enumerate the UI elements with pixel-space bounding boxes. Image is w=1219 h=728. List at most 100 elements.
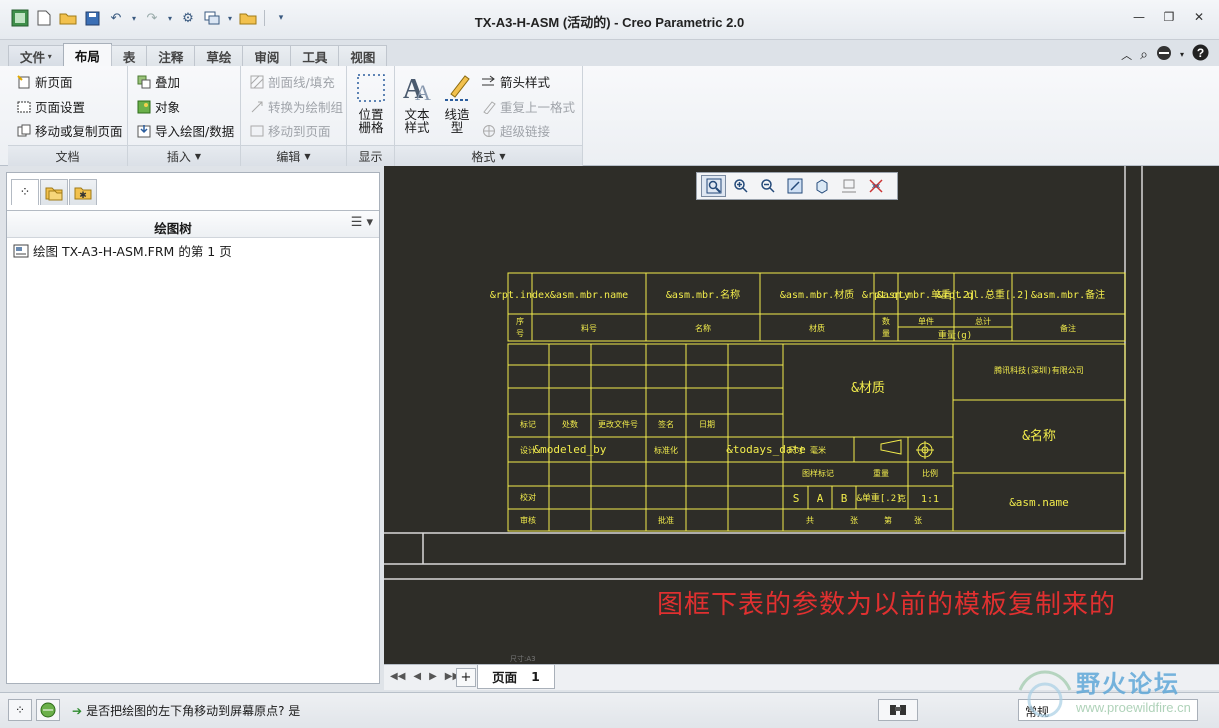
page-setup-button[interactable]: 页面设置 [16, 97, 85, 116]
minimize-icon[interactable]: — [1131, 10, 1147, 24]
help-area: ︿ ⌕ ▾ ? [1121, 44, 1209, 65]
bom-param-cell: &asm.mbr.名称 [666, 288, 740, 301]
frame-size-label: 尺寸:A3 [510, 655, 536, 663]
next-page-icon[interactable]: ▶ [429, 671, 437, 682]
repeat-last-format-button[interactable]: 重复上一格式 [481, 97, 575, 116]
object-button[interactable]: 对象 [136, 97, 180, 116]
arrow-style-button[interactable]: 箭头样式 [481, 72, 550, 91]
group-format-label[interactable]: 格式 ▼ [395, 145, 582, 166]
maximize-icon[interactable]: ❐ [1161, 10, 1177, 24]
refit-icon[interactable] [701, 175, 726, 197]
tree-settings-icon[interactable]: ☰ ▾ [351, 215, 373, 230]
hatch-fill-button[interactable]: 剖面线/填充 [249, 72, 335, 91]
sheet-count-text: 共 [806, 516, 814, 525]
favorites-tab[interactable]: ✱ [69, 179, 97, 205]
folder-browser-tab[interactable] [40, 179, 68, 205]
prev-page-icon[interactable]: ◀ [413, 671, 421, 682]
arrow-style-icon [481, 74, 496, 89]
group-display: 位置 栅格 显示 [347, 66, 395, 166]
chevron-down-icon: ▼ [194, 151, 202, 161]
hyperlink-icon [481, 123, 496, 138]
repaint-icon[interactable] [782, 175, 807, 197]
part-name-param: &名称 [1022, 428, 1056, 444]
tree-item[interactable]: 绘图 TX-A3-H-ASM.FRM 的第 1 页 [13, 241, 232, 260]
revision-header-cell: 签名 [658, 419, 674, 429]
convert-draft-group-button[interactable]: 转换为绘制组 [249, 97, 343, 116]
tab-review[interactable]: 审阅 [242, 45, 292, 66]
close-icon[interactable]: ✕ [1191, 10, 1207, 24]
help-icon[interactable]: ? [1192, 44, 1209, 65]
tab-tools[interactable]: 工具 [290, 45, 340, 66]
move-page-icon [16, 123, 31, 138]
stage-mark: B [841, 492, 848, 505]
navigator-panel: ⁘ ✱ 绘图树 ☰ ▾ 绘图 TX-A3-H-ASM.FRM 的第 1 页 [6, 172, 380, 684]
drawing-canvas[interactable]: &rpt.index &asm.mbr.name &asm.mbr.名称 &asm.m… [384, 166, 1219, 664]
weight-unit: 克 [898, 494, 906, 503]
stage-mark: S [793, 492, 800, 505]
import-icon [136, 123, 151, 138]
hyperlink-button[interactable]: 超级链接 [481, 121, 550, 140]
line-style-button[interactable]: 线造 型 [439, 72, 475, 134]
import-drawing-button[interactable]: 导入绘图/数据 [136, 121, 234, 140]
graphics-toolbar: xx [696, 172, 898, 200]
svg-text:✱: ✱ [79, 191, 87, 201]
layer-visibility-icon[interactable] [836, 175, 861, 197]
tab-table[interactable]: 表 [110, 45, 148, 66]
sheet-count-text: 张 [850, 516, 858, 525]
drawing-tree-title: 绘图树 [154, 221, 192, 236]
bom-param-cell: &asm.mbr.材质 [780, 288, 854, 301]
find-button[interactable] [878, 699, 918, 721]
status-message: ➔ 是否把绘图的左下角移动到屏幕原点? 是 [72, 703, 301, 719]
bom-header-cell: 重量(g) [938, 329, 972, 341]
first-page-icon[interactable]: ◀◀ [390, 671, 405, 682]
tab-layout[interactable]: 布局 [62, 43, 112, 66]
move-to-page-button[interactable]: 移动到页面 [249, 121, 331, 140]
weight-param: &单重[.2] [856, 492, 901, 504]
community-dropdown-icon[interactable]: ▾ [1180, 50, 1184, 59]
new-page-button[interactable]: 新页面 [16, 72, 73, 91]
bom-param-cell: &asm.mbr.备注 [1031, 288, 1105, 301]
stage-mark-label: 图样标记 [802, 468, 834, 478]
group-format: AA 文本 样式 线造 型 箭头样式 重复上一格式 超级链接 格式 ▼ [395, 66, 583, 166]
navigator-toggle-button[interactable]: ⁘ [8, 699, 32, 721]
position-grid-button[interactable]: 位置 栅格 [351, 72, 391, 134]
tab-annotate[interactable]: 注释 [146, 45, 196, 66]
ribbon: 新页面 页面设置 移动或复制页面 文档 叠加 对象 导入绘图/数据 插入 ▼ 剖… [0, 66, 1219, 166]
chevron-down-icon: ▼ [499, 151, 506, 161]
move-copy-page-button[interactable]: 移动或复制页面 [16, 121, 123, 140]
overlay-icon [136, 74, 151, 89]
zoom-out-icon[interactable] [755, 175, 780, 197]
add-page-button[interactable]: + [456, 668, 476, 687]
tab-file[interactable]: 文件 ▾ [8, 45, 64, 66]
bom-header-cell: 总计 [975, 316, 991, 326]
community-icon[interactable] [1156, 45, 1172, 65]
search-icon[interactable]: ⌕ [1140, 47, 1148, 63]
annotation-note: 图框下表的参数为以前的模板复制来的 [657, 590, 1117, 620]
drawing-sheet-icon [13, 244, 29, 257]
hatch-icon [249, 74, 264, 89]
tab-sketch[interactable]: 草绘 [194, 45, 244, 66]
bom-header-cell: 备注 [1060, 323, 1076, 333]
text-style-button[interactable]: AA 文本 样式 [399, 72, 435, 134]
model-tree-tab[interactable]: ⁘ [11, 179, 39, 205]
group-edit-label[interactable]: 编辑 ▼ [241, 145, 346, 166]
datum-display-icon[interactable]: xx [863, 175, 888, 197]
page-tab[interactable]: 页面 1 [477, 665, 555, 689]
status-bar: ⁘ ➔ 是否把绘图的左下角移动到屏幕原点? 是 常规 [0, 692, 1219, 728]
ribbon-tab-bar: 文件 ▾ 布局 表 注释 草绘 审阅 工具 视图 ︿ ⌕ ▾ ? [0, 40, 1219, 66]
browser-toggle-button[interactable] [36, 699, 60, 721]
selection-filter[interactable]: 常规 [1018, 699, 1198, 721]
revision-header-cell: 更改文件号 [598, 419, 638, 429]
repeat-format-icon [481, 99, 496, 114]
overlay-button[interactable]: 叠加 [136, 72, 180, 91]
move-to-page-icon [249, 123, 264, 138]
binoculars-icon [890, 705, 906, 715]
window-title: TX-A3-H-ASM (活动的) - Creo Parametric 2.0 [474, 15, 745, 30]
svg-text:xx: xx [871, 182, 879, 190]
group-insert-label[interactable]: 插入 ▼ [128, 145, 240, 166]
display-style-icon[interactable] [809, 175, 834, 197]
tab-view[interactable]: 视图 [338, 45, 388, 66]
zoom-in-icon[interactable] [728, 175, 753, 197]
arrow-right-icon: ➔ [72, 703, 83, 718]
minimize-ribbon-icon[interactable]: ︿ [1121, 47, 1132, 63]
